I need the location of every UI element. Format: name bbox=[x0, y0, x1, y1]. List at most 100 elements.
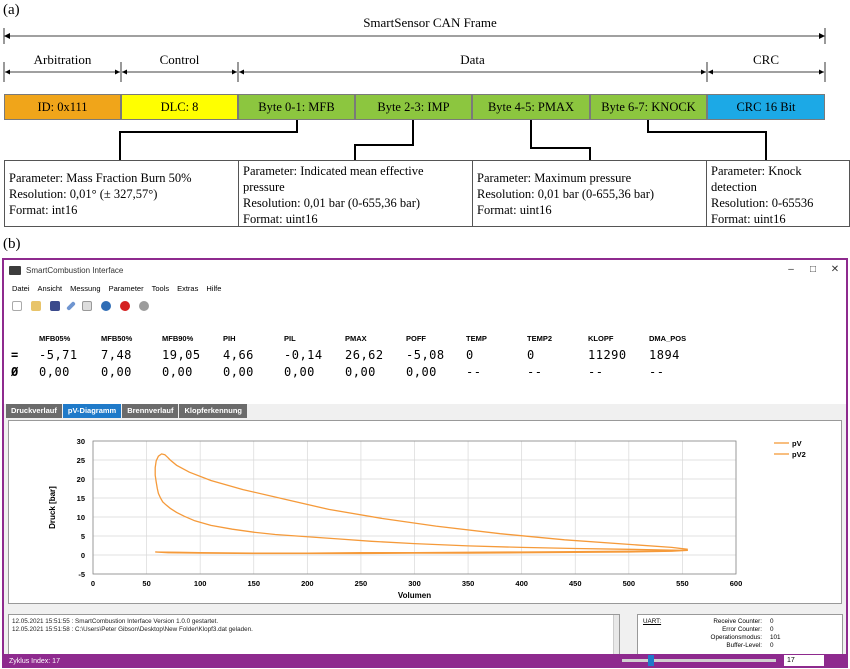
app-window: SmartCombustion Interface – □ ✕ Datei An… bbox=[2, 258, 848, 668]
open-folder-icon[interactable] bbox=[31, 301, 41, 311]
average-value: 0,00 bbox=[406, 365, 437, 379]
log-line: 12.05.2021 15:51:58 : C:\Users\Peter Gib… bbox=[12, 626, 253, 633]
y-tick-label: 15 bbox=[77, 494, 85, 503]
uart-label: Error Counter: bbox=[722, 626, 762, 633]
values-panel: MFB05% -5,71 0,00 MFB50% 7,48 0,00 MFB90% 19,05… bbox=[4, 316, 846, 404]
pv-chart-panel: 0 50 100 150 200 250 300 350 400 450 500 550 600 -5 0 5… bbox=[8, 420, 842, 604]
average-value: 0,00 bbox=[101, 365, 132, 379]
current-value: 11290 bbox=[588, 348, 627, 362]
menu-extras[interactable]: Extras bbox=[177, 284, 198, 293]
average-value: 0,00 bbox=[39, 365, 70, 379]
screen-icon[interactable] bbox=[82, 301, 92, 311]
cycle-slider[interactable] bbox=[622, 655, 776, 666]
menu-messung[interactable]: Messung bbox=[70, 284, 100, 293]
param-line: pressure bbox=[243, 180, 285, 194]
cycle-spinbox[interactable]: 17 bbox=[784, 655, 824, 666]
cycle-slider-thumb[interactable] bbox=[648, 655, 654, 666]
uart-value: 0 bbox=[770, 618, 774, 625]
tab-brennverlauf[interactable]: Brennverlauf bbox=[122, 404, 179, 418]
x-tick-label: 350 bbox=[462, 579, 475, 588]
new-file-icon[interactable] bbox=[12, 301, 22, 311]
value-column-header: MFB05% bbox=[39, 334, 71, 343]
tab-bar: Druckverlauf pV-Diagramm Brennverlauf Kl… bbox=[6, 404, 248, 418]
value-column-header: PIH bbox=[223, 334, 236, 343]
param-line: Parameter: Maximum pressure bbox=[477, 171, 632, 185]
menu-hilfe[interactable]: Hilfe bbox=[206, 284, 221, 293]
param-line: Resolution: 0-65536 bbox=[711, 196, 814, 210]
param-line: Parameter: Indicated mean effective bbox=[243, 164, 424, 178]
record-icon[interactable] bbox=[120, 301, 130, 311]
param-box-mfb: Parameter: Mass Fraction Burn 50% Resolu… bbox=[4, 160, 239, 227]
value-column-header: MFB90% bbox=[162, 334, 194, 343]
menu-datei[interactable]: Datei bbox=[12, 284, 30, 293]
menu-bar: Datei Ansicht Messung Parameter Tools Ex… bbox=[4, 280, 846, 296]
save-icon[interactable] bbox=[50, 301, 60, 311]
value-column-header: MFB50% bbox=[101, 334, 133, 343]
value-column-header: PMAX bbox=[345, 334, 367, 343]
param-line: Resolution: 0,01 bar (0-655,36 bar) bbox=[477, 187, 655, 201]
minimize-button[interactable]: – bbox=[780, 260, 802, 280]
value-column-header: TEMP bbox=[466, 334, 487, 343]
current-value: 7,48 bbox=[101, 348, 132, 362]
uart-value: 101 bbox=[770, 634, 781, 641]
x-tick-label: 400 bbox=[515, 579, 528, 588]
y-tick-label: 20 bbox=[77, 475, 85, 484]
uart-label: Receive Counter: bbox=[713, 618, 762, 625]
pv-chart: 0 50 100 150 200 250 300 350 400 450 500 550 600 -5 0 5… bbox=[48, 437, 806, 600]
value-column-header: DMA_POS bbox=[649, 334, 687, 343]
uart-label: Buffer-Level: bbox=[726, 642, 762, 649]
param-line: Parameter: Mass Fraction Burn 50% bbox=[9, 171, 192, 185]
average-value: 0,00 bbox=[345, 365, 376, 379]
legend-label: pV2 bbox=[792, 450, 806, 459]
current-value: 0 bbox=[527, 348, 535, 362]
x-tick-label: 550 bbox=[676, 579, 689, 588]
pen-icon[interactable] bbox=[66, 301, 76, 311]
toolbar bbox=[4, 296, 846, 316]
y-tick-label: 0 bbox=[81, 551, 85, 560]
close-button[interactable]: ✕ bbox=[824, 260, 846, 280]
x-tick-label: 50 bbox=[142, 579, 150, 588]
info-icon[interactable] bbox=[101, 301, 111, 311]
current-value: 4,66 bbox=[223, 348, 254, 362]
tab-klopferkennung[interactable]: Klopferkennung bbox=[179, 404, 247, 418]
x-tick-label: 200 bbox=[301, 579, 314, 588]
log-scrollbar[interactable] bbox=[613, 615, 619, 655]
section-arbitration: Arbitration bbox=[33, 52, 92, 67]
param-box-knock: Parameter: Knock detection Resolution: 0… bbox=[706, 160, 850, 227]
log-line: 12.05.2021 15:51:55 : SmartCombustion In… bbox=[12, 618, 219, 625]
y-axis-label: Druck [bar] bbox=[48, 486, 57, 529]
x-tick-label: 500 bbox=[623, 579, 636, 588]
menu-ansicht[interactable]: Ansicht bbox=[38, 284, 63, 293]
segment-byte-6-7: Byte 6-7: KNOCK bbox=[590, 94, 707, 120]
stop-icon[interactable] bbox=[139, 301, 149, 311]
segment-dlc: DLC: 8 bbox=[121, 94, 238, 120]
average-value: -- bbox=[466, 365, 482, 379]
cycle-index-label: Zyklus Index: 17 bbox=[9, 657, 60, 665]
section-data: Data bbox=[460, 52, 485, 67]
param-line: Format: uint16 bbox=[711, 212, 786, 226]
x-tick-label: 150 bbox=[247, 579, 260, 588]
status-bar: Zyklus Index: 17 17 bbox=[4, 654, 846, 666]
tab-druckverlauf[interactable]: Druckverlauf bbox=[6, 404, 62, 418]
current-value: -5,08 bbox=[406, 348, 445, 362]
average-value: -- bbox=[649, 365, 665, 379]
menu-parameter[interactable]: Parameter bbox=[109, 284, 144, 293]
tab-pv-diagramm[interactable]: pV-Diagramm bbox=[62, 404, 122, 418]
menu-tools[interactable]: Tools bbox=[152, 284, 170, 293]
average-value: 0,00 bbox=[284, 365, 315, 379]
y-tick-label: 5 bbox=[81, 532, 85, 541]
x-tick-label: 450 bbox=[569, 579, 582, 588]
current-value: -5,71 bbox=[39, 348, 78, 362]
segment-byte-4-5: Byte 4-5: PMAX bbox=[472, 94, 590, 120]
param-box-pmax: Parameter: Maximum pressure Resolution: … bbox=[472, 160, 707, 227]
section-crc: CRC bbox=[752, 52, 779, 67]
average-value: -- bbox=[527, 365, 543, 379]
title-bar[interactable]: SmartCombustion Interface – □ ✕ bbox=[4, 260, 846, 280]
y-tick-label: 25 bbox=[77, 456, 85, 465]
segment-byte-2-3: Byte 2-3: IMP bbox=[355, 94, 472, 120]
value-column-header: TEMP2 bbox=[527, 334, 553, 343]
maximize-button[interactable]: □ bbox=[802, 260, 824, 280]
param-line: Format: int16 bbox=[9, 203, 78, 217]
x-tick-label: 100 bbox=[194, 579, 207, 588]
param-box-imp: Parameter: Indicated mean effective pres… bbox=[238, 160, 473, 227]
